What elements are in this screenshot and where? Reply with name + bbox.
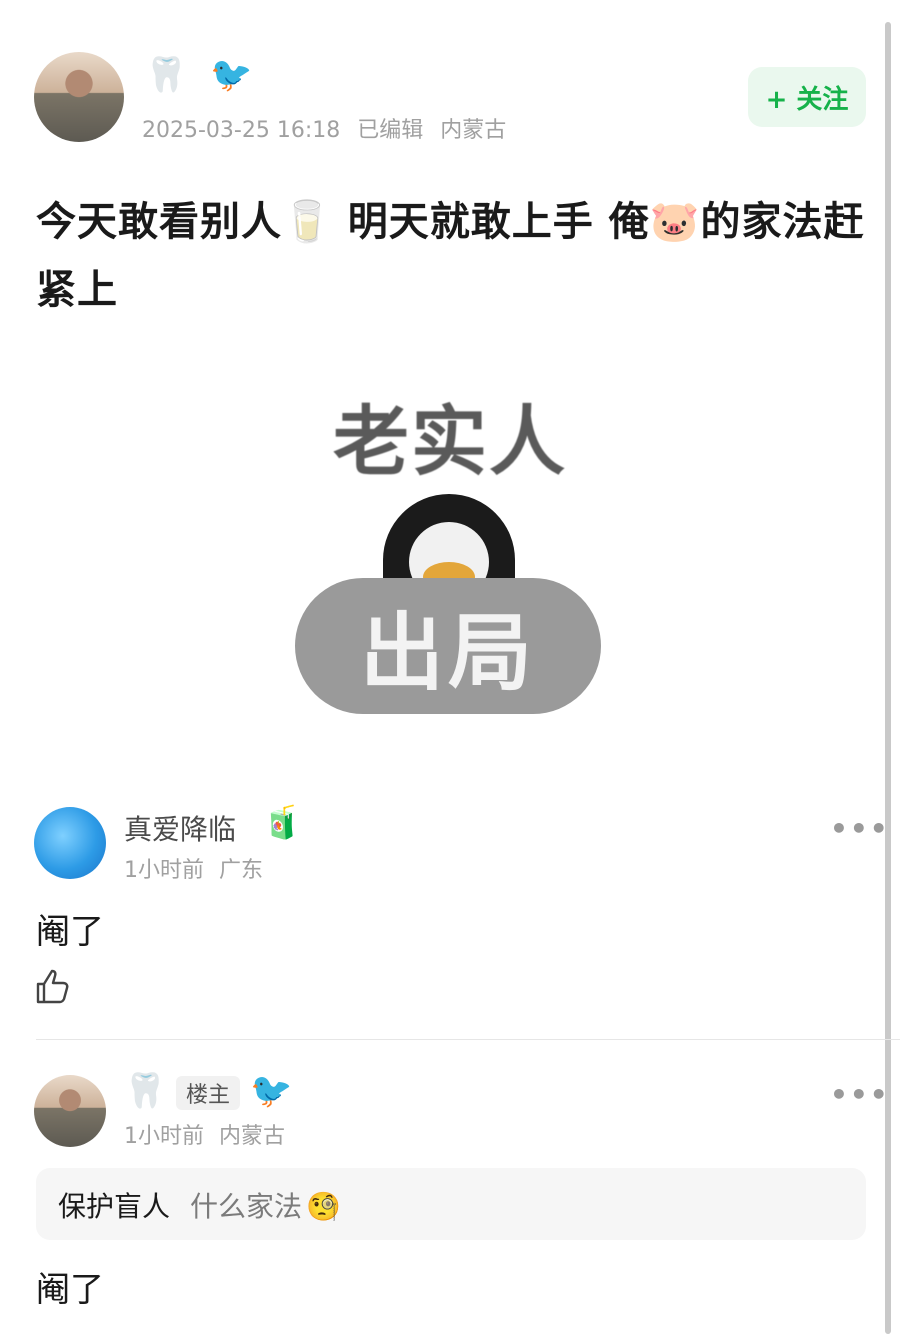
reply-location: 内蒙古 bbox=[219, 1124, 286, 1149]
commenter-username[interactable]: 真爱降临 bbox=[124, 808, 236, 848]
meme-top-text: 老实人 bbox=[333, 397, 567, 486]
post-text: 今天敢看别人🥛 明天就敢上手 俺🐷的家法赶紧上 bbox=[36, 199, 865, 313]
op-badge: 楼主 bbox=[176, 1076, 240, 1110]
author-avatar[interactable] bbox=[34, 52, 124, 142]
scrollbar[interactable] bbox=[885, 22, 891, 1334]
bird-icon: 🐦 bbox=[210, 55, 253, 95]
comment-meta: 1小时前 广东 bbox=[124, 852, 263, 884]
commenter-avatar[interactable] bbox=[34, 807, 106, 879]
tooth-icon: 🦷 bbox=[124, 1071, 167, 1111]
bird-icon: 🐦 bbox=[250, 1071, 293, 1111]
comment-time: 1小时前 bbox=[124, 858, 204, 883]
post-meta: 2025-03-25 16:18 已编辑 内蒙古 bbox=[142, 112, 506, 144]
juice-badge-icon: 🧃 bbox=[262, 803, 302, 841]
more-options-icon[interactable]: ••• bbox=[830, 812, 890, 845]
tooth-icon: 🦷 bbox=[145, 55, 188, 95]
more-options-icon[interactable]: ••• bbox=[830, 1078, 890, 1111]
comment-divider bbox=[36, 1039, 900, 1040]
thinking-face-icon: 🧐 bbox=[306, 1190, 341, 1223]
post-timestamp: 2025-03-25 16:18 bbox=[142, 118, 341, 143]
comment-location: 广东 bbox=[219, 858, 264, 883]
quoted-author: 保护盲人 bbox=[58, 1190, 171, 1223]
reply-time: 1小时前 bbox=[124, 1124, 204, 1149]
meme-pill-text: 出局 bbox=[295, 578, 601, 714]
reply-meta: 1小时前 内蒙古 bbox=[124, 1118, 285, 1150]
like-icon[interactable] bbox=[36, 968, 70, 1004]
reply-text: 阉了 bbox=[36, 1270, 104, 1310]
quoted-text: 什么家法 🧐 bbox=[190, 1190, 341, 1223]
op-avatar[interactable] bbox=[34, 1075, 106, 1147]
follow-button[interactable]: + 关注 bbox=[748, 67, 866, 127]
post-location: 内蒙古 bbox=[440, 118, 507, 143]
follow-label: + 关注 bbox=[765, 84, 849, 115]
comment-text: 阉了 bbox=[36, 912, 104, 952]
op-badge-label: 楼主 bbox=[185, 1083, 230, 1108]
edited-label: 已编辑 bbox=[357, 118, 424, 143]
